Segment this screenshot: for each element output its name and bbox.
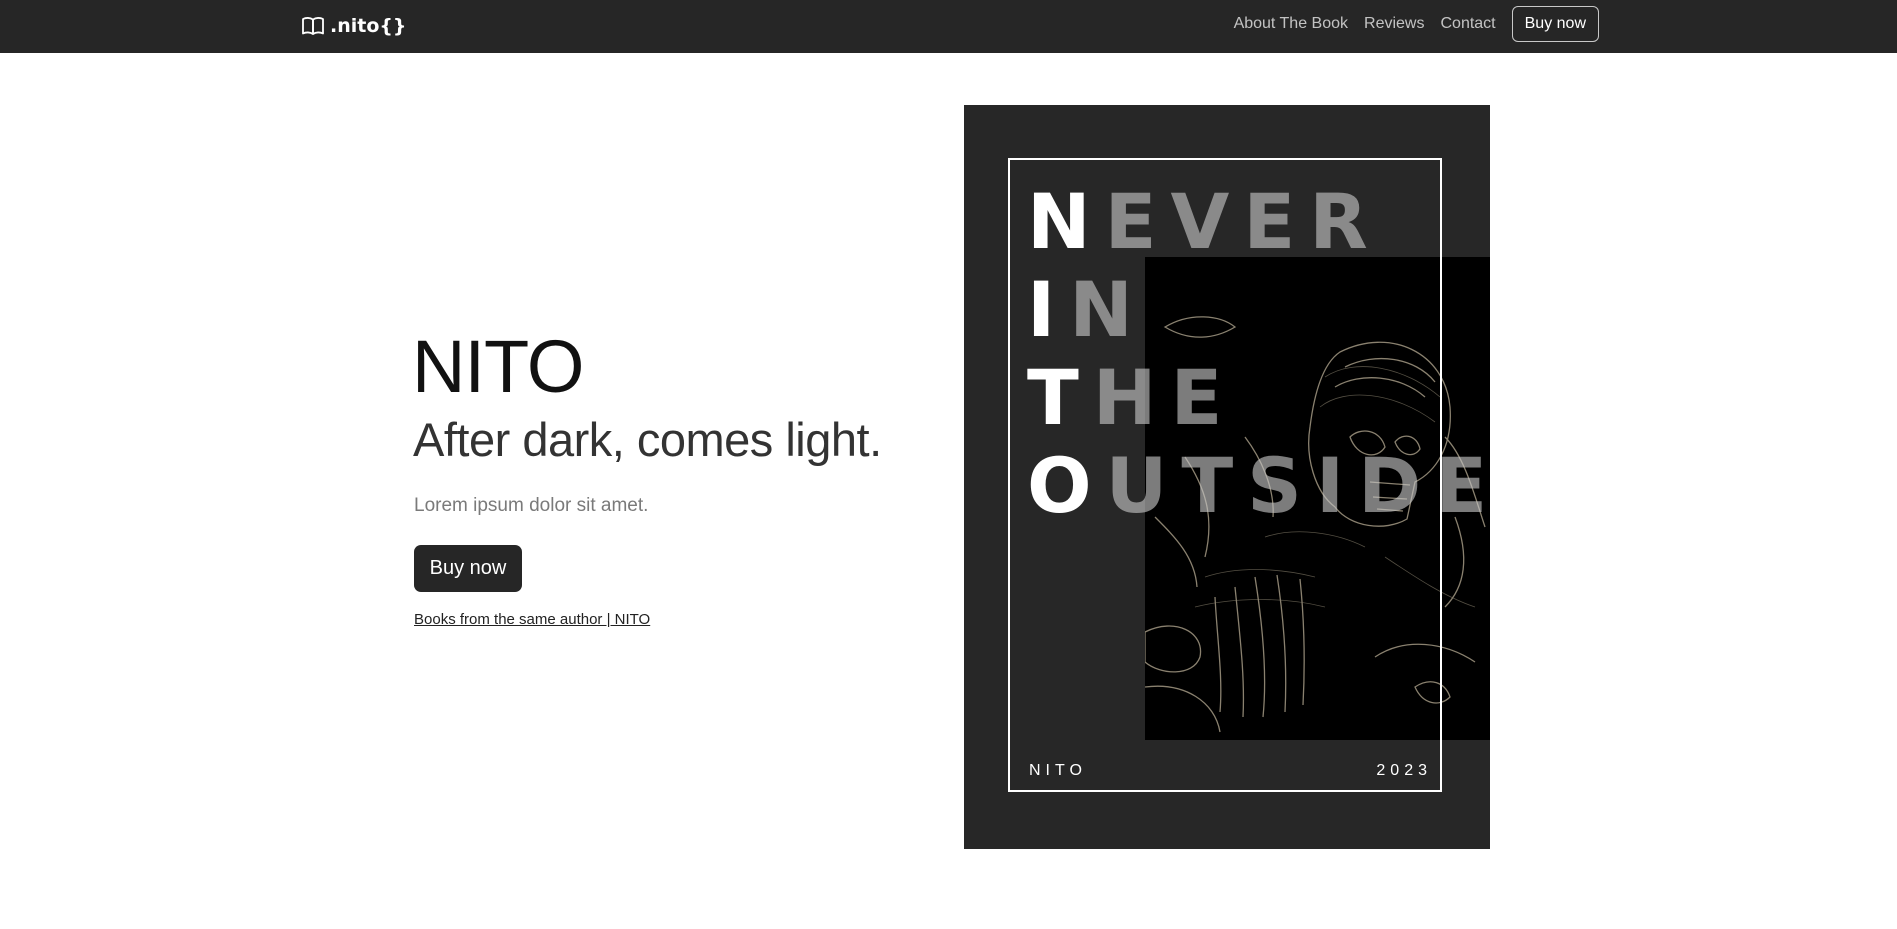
cover-title: NEVER IN THE OUTSIDE: [1027, 178, 1490, 530]
cover-author: NITO: [1029, 762, 1087, 779]
brand-name: .nito{}: [330, 15, 407, 37]
brand-link[interactable]: .nito{}: [302, 13, 406, 39]
cover-word: THE: [1027, 353, 1237, 442]
nav-buy-now-button[interactable]: Buy now: [1511, 6, 1599, 42]
cover-word: OUTSIDE: [1027, 441, 1490, 530]
book-open-icon: [302, 16, 324, 36]
nav-link-reviews[interactable]: Reviews: [1364, 15, 1424, 33]
hero-title: NITO: [412, 325, 584, 408]
hero-subtitle: After dark, comes light.: [413, 413, 882, 466]
navbar: .nito{} About The Book Reviews Contact B…: [0, 0, 1897, 53]
hero-buy-now-button[interactable]: Buy now: [414, 545, 522, 592]
cover-word: IN: [1027, 265, 1147, 354]
author-books-link[interactable]: Books from the same author | NITO: [414, 611, 650, 628]
nav-link-about[interactable]: About The Book: [1234, 15, 1348, 33]
book-cover-image: NEVER IN THE OUTSIDE NITO 2023: [964, 105, 1490, 849]
hero-lead: Lorem ipsum dolor sit amet.: [414, 495, 649, 516]
cover-year: 2023: [1376, 762, 1432, 779]
nav-links: About The Book Reviews Contact Buy now: [1234, 5, 1599, 43]
nav-link-contact[interactable]: Contact: [1440, 15, 1495, 33]
cover-word: NEVER: [1027, 177, 1382, 266]
